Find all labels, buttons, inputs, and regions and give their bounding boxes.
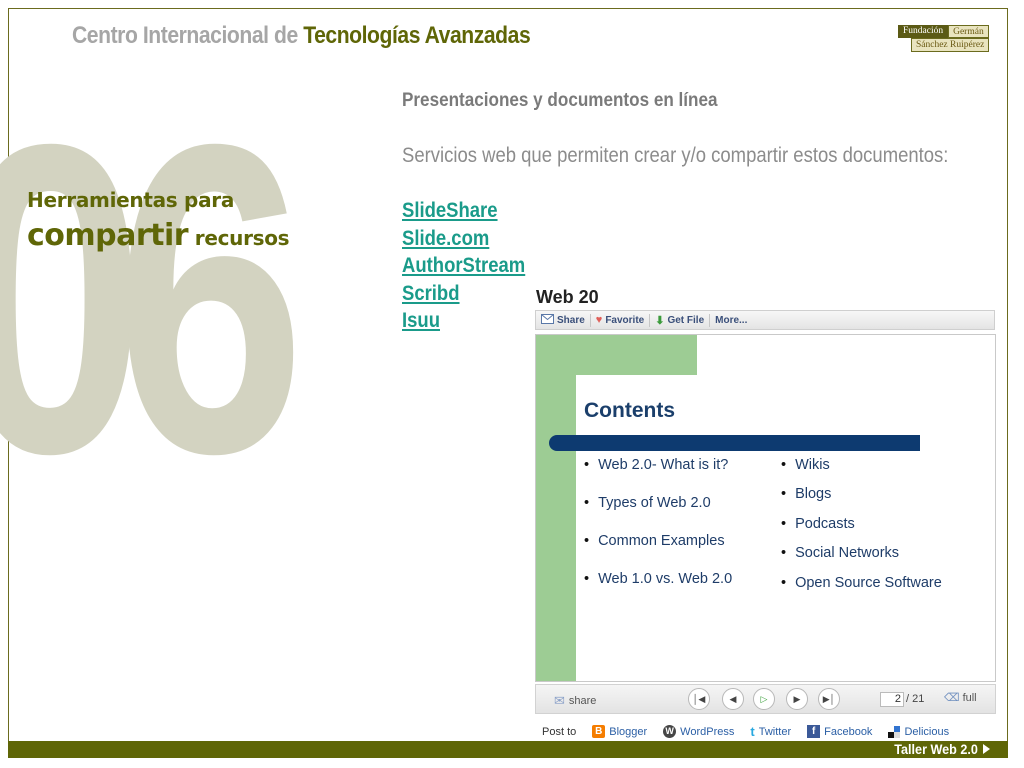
toolbar-more-button[interactable]: More... [710, 314, 752, 327]
fundacion-logo: Fundación Germán Sánchez Ruipérez [898, 25, 998, 55]
post-blogger-label: Blogger [609, 725, 648, 738]
post-delicious-link[interactable]: Delicious [888, 725, 950, 738]
facebook-icon: f [807, 725, 821, 738]
embed-toolbar: Share ♥ Favorite ⬇ Get File More... [535, 310, 995, 330]
slide-list-item: Blogs [781, 486, 831, 502]
skip-first-icon: │◀ [692, 693, 706, 704]
section-title-word-small: recursos [188, 226, 290, 250]
last-slide-button[interactable]: ▶│ [818, 688, 840, 710]
link-scribd[interactable]: Scribd [402, 280, 525, 308]
download-arrow-icon: ⬇ [655, 314, 665, 327]
toolbar-favorite-button[interactable]: ♥ Favorite [591, 313, 651, 327]
link-authorstream[interactable]: AuthorStream [402, 252, 525, 280]
post-delicious-label: Delicious [904, 725, 950, 738]
slide-blue-bar [549, 435, 920, 451]
player-share-label: share [568, 695, 597, 707]
post-twitter-link[interactable]: t Twitter [750, 724, 791, 739]
slide-list-item: Podcasts [781, 516, 855, 532]
envelope-icon [541, 313, 554, 327]
slide-list-item: Common Examples [584, 533, 725, 549]
post-facebook-label: Facebook [824, 725, 873, 738]
player-controls: ✉ share │◀ ◀ ▷ ▶ ▶│ 2 / 21 ⌫ full [535, 684, 996, 714]
post-to-bar: Post to B Blogger W WordPress t Twitter … [542, 724, 949, 739]
share-icon: ✉ [554, 693, 565, 708]
slideshare-embed: Web 20 Share ♥ Favorite ⬇ Get File More.… [535, 284, 997, 744]
toolbar-share-label: Share [557, 314, 585, 326]
service-links: SlideShare Slide.com AuthorStream Scribd… [402, 197, 542, 335]
slide-list-item: Web 2.0- What is it? [584, 457, 728, 473]
delicious-icon [888, 725, 901, 738]
post-to-label: Post to [542, 725, 577, 738]
skip-last-icon: ▶│ [822, 693, 836, 704]
header-title-light: Centro Internacional de [72, 22, 304, 49]
section-number-watermark: 06 [0, 54, 306, 545]
embed-title[interactable]: Web 20 [536, 287, 599, 308]
toolbar-share-button[interactable]: Share [536, 313, 591, 327]
link-isuu[interactable]: Isuu [402, 307, 525, 335]
slide-heading: Contents [584, 399, 675, 422]
slide-list-item: Wikis [781, 457, 830, 473]
post-facebook-link[interactable]: f Facebook [807, 725, 872, 738]
page-title: Presentaciones y documentos en línea [402, 90, 718, 111]
header-title: Centro Internacional de Tecnologías Avan… [72, 22, 531, 50]
footer-bar: Taller Web 2.0 [8, 741, 1008, 758]
post-wordpress-link[interactable]: W WordPress [663, 725, 734, 738]
section-title-line1: Herramientas para [27, 188, 235, 212]
next-slide-button[interactable]: ▶ [786, 688, 808, 710]
fullscreen-button[interactable]: ⌫ full [944, 691, 977, 705]
post-twitter-label: Twitter [758, 725, 792, 738]
header-title-dark: Tecnologías Avanzadas [303, 22, 531, 49]
heart-icon: ♥ [595, 314, 603, 326]
page-total: / 21 [906, 693, 925, 705]
slide-list-item: Web 1.0 vs. Web 2.0 [584, 571, 732, 587]
slide-green-band-left [536, 335, 576, 681]
logo-text-fundacion: Fundación [898, 25, 949, 38]
next-icon: ▶ [793, 693, 801, 704]
twitter-icon: t [750, 724, 755, 739]
play-icon: ▷ [760, 693, 768, 704]
first-slide-button[interactable]: │◀ [688, 688, 710, 710]
section-title-line2: compartir recursos [27, 218, 290, 253]
footer-label: Taller Web 2.0 [894, 741, 978, 757]
logo-text-sanchez: Sánchez Ruipérez [911, 38, 990, 52]
toolbar-more-label: More... [715, 314, 748, 326]
play-button[interactable]: ▷ [753, 688, 775, 710]
logo-text-german: Germán [948, 25, 989, 38]
section-title-word-big: compartir [27, 218, 189, 253]
slide-list-item: Types of Web 2.0 [584, 495, 711, 511]
wordpress-icon: W [663, 725, 677, 738]
page-number-input[interactable]: 2 [880, 692, 904, 707]
toolbar-favorite-label: Favorite [605, 314, 645, 326]
previous-slide-button[interactable]: ◀ [722, 688, 744, 710]
slide-viewer[interactable]: Contents Web 2.0- What is it? Types of W… [535, 334, 996, 682]
fullscreen-label: full [962, 691, 977, 704]
toolbar-get-file-label: Get File [667, 314, 705, 326]
post-blogger-link[interactable]: B Blogger [592, 725, 647, 738]
slide-list-item: Open Source Software [781, 575, 942, 591]
fullscreen-icon: ⌫ [944, 692, 960, 704]
section-title: Herramientas para compartir recursos [27, 188, 290, 253]
post-wordpress-label: WordPress [680, 725, 735, 738]
link-slideshare[interactable]: SlideShare [402, 197, 525, 225]
slide-list-item: Social Networks [781, 545, 899, 561]
previous-icon: ◀ [729, 693, 737, 704]
next-arrow-icon[interactable] [983, 744, 990, 754]
toolbar-get-file-button[interactable]: ⬇ Get File [650, 313, 711, 327]
blogger-icon: B [592, 725, 606, 738]
player-share-button[interactable]: ✉ share [554, 693, 596, 709]
page-subtitle: Servicios web que permiten crear y/o com… [402, 144, 949, 167]
link-slide-com[interactable]: Slide.com [402, 225, 525, 253]
